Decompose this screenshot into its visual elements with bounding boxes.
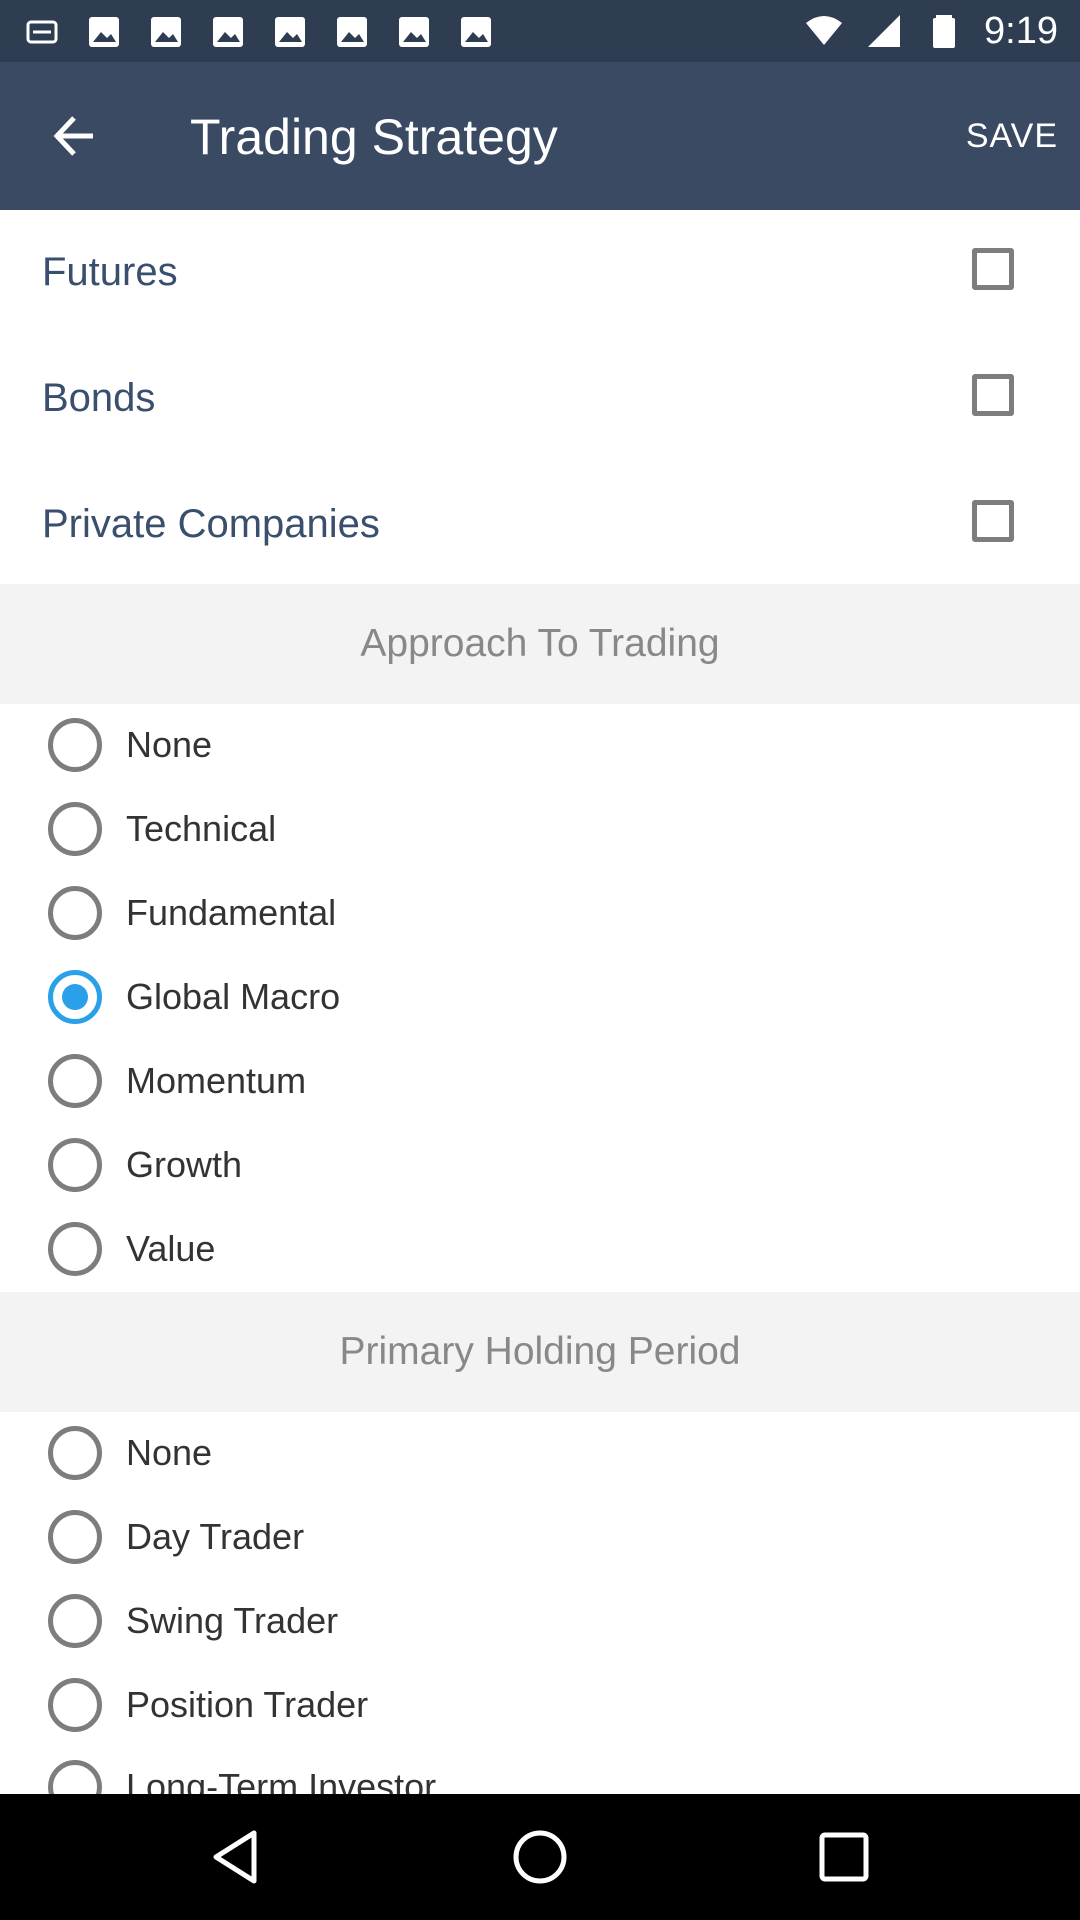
radio-button[interactable]	[48, 802, 102, 856]
checkbox-row-futures[interactable]: Futures	[0, 210, 1080, 336]
recents-square-icon[interactable]	[814, 1827, 874, 1887]
image-icon	[399, 17, 429, 47]
app-notification-icon	[26, 20, 58, 44]
radio-label: Momentum	[126, 1060, 307, 1101]
radio-label: Value	[126, 1228, 216, 1269]
wifi-icon	[806, 16, 843, 45]
checkbox-label: Private Companies	[42, 502, 380, 546]
approach-option-none[interactable]: None	[48, 710, 212, 780]
approach-option-value[interactable]: Value	[48, 1214, 215, 1284]
checkbox-label: Bonds	[42, 376, 156, 420]
radio-label: Swing Trader	[126, 1600, 339, 1641]
checkbox-row-bonds[interactable]: Bonds	[0, 336, 1080, 462]
radio-button[interactable]	[48, 1426, 102, 1480]
approach-option-technical[interactable]: Technical	[48, 794, 276, 864]
radio-label: Growth	[126, 1144, 243, 1185]
radio-button[interactable]	[48, 1054, 102, 1108]
app-bar: Trading Strategy SAVE	[0, 62, 1080, 210]
radio-button[interactable]	[48, 1138, 102, 1192]
radio-label: Long-Term Investor	[126, 1766, 437, 1794]
approach-section-header: Approach To Trading	[0, 584, 1080, 704]
bonds-checkbox[interactable]	[972, 374, 1014, 416]
radio-button-selected[interactable]	[48, 970, 102, 1024]
radio-button[interactable]	[48, 886, 102, 940]
status-time: 9:19	[984, 10, 1058, 52]
radio-label: Day Trader	[126, 1516, 305, 1557]
approach-option-global-macro[interactable]: Global Macro	[48, 962, 340, 1032]
scroll-content[interactable]: Futures Bonds Private Companies Approach…	[0, 210, 1080, 1794]
radio-label: None	[126, 1432, 213, 1473]
approach-option-fundamental[interactable]: Fundamental	[48, 878, 336, 948]
futures-checkbox[interactable]	[972, 248, 1014, 290]
image-icon	[213, 17, 243, 47]
navigation-bar	[0, 1794, 1080, 1920]
radio-button[interactable]	[48, 718, 102, 772]
holding-option-position-trader[interactable]: Position Trader	[48, 1670, 368, 1740]
radio-label: None	[126, 724, 213, 765]
radio-button[interactable]	[48, 1594, 102, 1648]
save-button[interactable]: SAVE	[966, 106, 1058, 166]
checkbox-row-private-companies[interactable]: Private Companies	[0, 462, 1080, 588]
status-notification-icons	[22, 12, 496, 52]
image-icon	[89, 17, 119, 47]
battery-icon	[933, 15, 956, 48]
approach-option-growth[interactable]: Growth	[48, 1130, 242, 1200]
radio-label: Technical	[126, 808, 277, 849]
image-icon	[275, 17, 305, 47]
holding-option-none[interactable]: None	[48, 1418, 212, 1488]
radio-button[interactable]	[48, 1760, 102, 1794]
status-bar: 9:19	[0, 0, 1080, 62]
image-icon	[461, 17, 491, 47]
holding-period-section-header: Primary Holding Period	[0, 1292, 1080, 1412]
radio-label: Global Macro	[126, 976, 341, 1017]
radio-label: Position Trader	[126, 1684, 369, 1725]
radio-button[interactable]	[48, 1510, 102, 1564]
holding-option-long-term-investor[interactable]: Long-Term Investor	[48, 1752, 436, 1794]
status-system-icons: 9:19	[804, 8, 1058, 54]
page-title: Trading Strategy	[190, 109, 558, 165]
back-button[interactable]	[36, 98, 112, 174]
radio-button[interactable]	[48, 1222, 102, 1276]
back-triangle-icon[interactable]	[206, 1827, 266, 1887]
approach-option-momentum[interactable]: Momentum	[48, 1046, 306, 1116]
holding-option-swing-trader[interactable]: Swing Trader	[48, 1586, 338, 1656]
image-icon	[151, 17, 181, 47]
home-circle-icon[interactable]	[510, 1827, 570, 1887]
holding-option-day-trader[interactable]: Day Trader	[48, 1502, 304, 1572]
radio-label: Fundamental	[126, 892, 337, 933]
signal-icon	[868, 15, 901, 47]
radio-button[interactable]	[48, 1678, 102, 1732]
image-icon	[337, 17, 367, 47]
checkbox-label: Futures	[42, 250, 178, 294]
arrow-left-icon	[53, 116, 93, 156]
private-companies-checkbox[interactable]	[972, 500, 1014, 542]
